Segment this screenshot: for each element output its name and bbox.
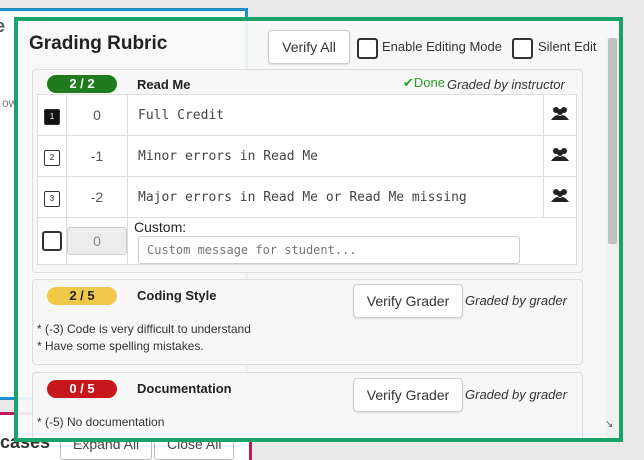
custom-checkbox[interactable] [42,231,62,251]
score-badge: 2 / 2 [47,75,117,93]
custom-label: Custom: [134,218,187,235]
graded-by-label: Graded by instructor [447,77,565,92]
people-icon[interactable] [543,135,577,177]
modal-title: Grading Rubric [29,33,168,54]
rubric-section-documentation: 0 / 5 Documentation Verify Grader Graded… [32,372,583,438]
scrollbar-thumb[interactable] [608,38,617,244]
custom-points-input[interactable]: 0 [67,227,127,255]
score-badge: 0 / 5 [47,380,117,398]
item-description[interactable]: Full Credit [127,94,544,136]
rubric-item-row[interactable]: 3 -2 Major errors in Read Me or Read Me … [37,176,577,218]
item-key-selected[interactable]: 1 [44,108,60,125]
silent-edit-label: Silent Edit [538,39,597,54]
verify-grader-button[interactable]: Verify Grader [353,284,463,318]
rubric-item-row[interactable]: 1 0 Full Credit [37,94,577,136]
enable-editing-label: Enable Editing Mode [382,39,502,54]
graded-by-label: Graded by grader [465,387,567,402]
section-title: Read Me [137,77,191,92]
verify-grader-button[interactable]: Verify Grader [353,378,463,412]
grader-comment: * (-3) Code is very difficult to underst… [37,322,251,336]
item-description[interactable]: Minor errors in Read Me [127,135,544,177]
modal-scrollbar[interactable] [606,38,619,438]
done-label: Done [413,75,445,90]
enable-editing-checkbox[interactable] [357,38,378,59]
check-icon: ✔ [403,75,414,90]
item-points: 0 [66,94,128,136]
score-badge: 2 / 5 [47,287,117,305]
silent-edit-checkbox[interactable] [512,38,533,59]
rubric-section-coding-style: 2 / 5 Coding Style Verify Grader Graded … [32,279,583,365]
custom-message-input[interactable] [138,236,520,264]
background-title: Re [0,16,5,37]
grader-comment: * (-5) No documentation [37,415,165,429]
people-icon[interactable] [543,94,577,136]
grader-comment: * Have some spelling mistakes. [37,339,204,353]
people-icon[interactable] [543,176,577,218]
section-title: Documentation [137,381,232,396]
verify-all-button[interactable]: Verify All [268,30,350,64]
custom-row: 0 Custom: [37,217,577,265]
item-points: -1 [66,135,128,177]
section-title: Coding Style [137,288,217,303]
rubric-items-table: 1 0 Full Credit 2 -1 Minor errors in Rea… [37,94,577,265]
item-key[interactable]: 2 [44,149,60,166]
item-key[interactable]: 3 [44,190,60,207]
item-description[interactable]: Major errors in Read Me or Read Me missi… [127,176,544,218]
graded-by-label: Graded by grader [465,293,567,308]
resize-handle-icon[interactable]: ↘ [605,419,613,430]
done-status: ✔Done [403,75,445,91]
rubric-item-row[interactable]: 2 -1 Minor errors in Read Me [37,135,577,177]
item-points: -2 [66,176,128,218]
grading-rubric-modal: Grading Rubric Verify All Enable Editing… [14,17,623,442]
rubric-section-read-me: 2 / 2 Read Me ✔Done Graded by instructor… [32,69,583,273]
